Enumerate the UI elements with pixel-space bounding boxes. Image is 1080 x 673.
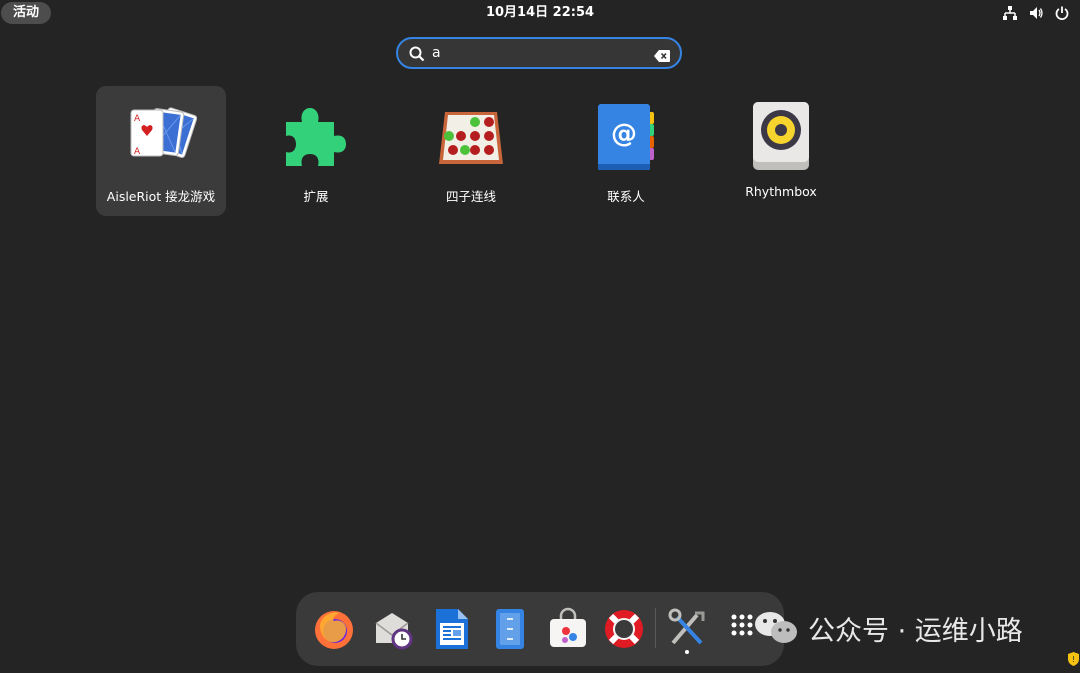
software-store-icon[interactable] <box>546 607 590 651</box>
result-aisleriot[interactable]: A A AisleRiot 接龙游戏 <box>96 86 226 216</box>
network-icon[interactable] <box>1002 5 1018 21</box>
search-bar[interactable] <box>396 37 682 69</box>
firefox-icon[interactable] <box>312 607 356 651</box>
result-label: 扩展 <box>303 189 329 204</box>
activities-button[interactable]: 活动 <box>1 2 51 24</box>
svg-text:!: ! <box>1072 655 1075 664</box>
result-four-in-a-row[interactable]: 四子连线 <box>406 86 536 216</box>
watermark: 公众号 · 运维小路 <box>752 606 1023 650</box>
mail-clock-icon[interactable] <box>372 607 416 651</box>
puzzle-piece-icon <box>280 100 352 172</box>
result-rhythmbox[interactable]: Rhythmbox <box>716 86 846 216</box>
system-tray[interactable] <box>1002 4 1070 22</box>
volume-icon[interactable] <box>1028 5 1044 21</box>
help-lifebuoy-icon[interactable] <box>602 607 646 651</box>
speaker-icon <box>745 100 817 172</box>
utilities-tools-icon[interactable] <box>665 607 709 651</box>
power-icon[interactable] <box>1054 5 1070 21</box>
dock-separator <box>655 608 656 648</box>
files-icon[interactable] <box>488 607 532 651</box>
result-contacts[interactable]: @ 联系人 <box>561 86 691 216</box>
contacts-book-icon: @ <box>590 100 662 172</box>
top-bar: 活动 10月14日 22:54 <box>0 0 1080 27</box>
search-icon <box>408 45 426 63</box>
search-input[interactable] <box>432 43 642 63</box>
dock <box>296 592 784 666</box>
running-indicator <box>685 650 689 654</box>
wechat-logo-icon <box>752 608 800 648</box>
playing-cards-icon: A A <box>125 100 198 172</box>
clear-icon[interactable] <box>654 47 670 62</box>
four-in-a-row-icon <box>435 100 507 172</box>
shield-badge-icon: ! <box>1067 651 1080 667</box>
svg-text:A: A <box>134 147 141 157</box>
svg-text:A: A <box>134 114 141 124</box>
result-extensions[interactable]: 扩展 <box>251 86 381 216</box>
writer-icon[interactable] <box>430 607 474 651</box>
result-label: 四子连线 <box>445 189 496 204</box>
watermark-text: 公众号 · 运维小路 <box>808 615 1023 647</box>
clock[interactable]: 10月14日 22:54 <box>440 4 640 22</box>
svg-text:@: @ <box>611 119 637 149</box>
result-label: AisleRiot 接龙游戏 <box>106 189 216 204</box>
result-label: 联系人 <box>607 189 645 204</box>
result-label: Rhythmbox <box>745 184 817 199</box>
